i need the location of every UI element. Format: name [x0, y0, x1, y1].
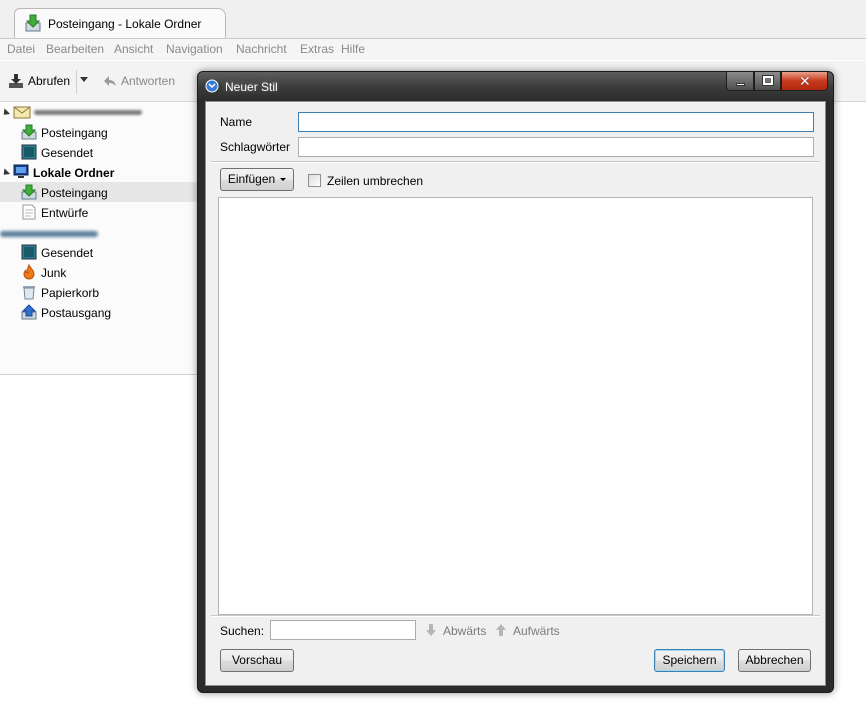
menu-datei[interactable]: Datei [7, 42, 35, 56]
menu-navigation[interactable]: Navigation [166, 42, 223, 56]
tab-posteingang[interactable]: Posteingang - Lokale Ordner [14, 8, 226, 38]
trash-icon [21, 284, 37, 303]
reply-label: Antworten [121, 74, 176, 88]
menu-ansicht[interactable]: Ansicht [114, 42, 153, 56]
folder-label: Posteingang [41, 186, 108, 200]
minimize-button[interactable] [726, 72, 754, 91]
folder-label: Junk [41, 266, 67, 280]
folder-label: Gesendet [41, 146, 94, 160]
app-logo-icon [205, 79, 219, 96]
separator [211, 615, 820, 617]
drafts-icon [21, 204, 37, 223]
sent-icon [21, 144, 37, 163]
folder-label: Entwürfe [41, 206, 89, 220]
menu-nachricht[interactable]: Nachricht [236, 42, 287, 56]
maximize-icon [762, 75, 774, 86]
dropdown-arrow-icon [280, 178, 287, 182]
inbox-icon [21, 124, 37, 143]
save-label: Speichern [662, 653, 717, 667]
dialog-title: Neuer Stil [225, 80, 278, 94]
folder-local-junk[interactable]: Junk [0, 262, 200, 282]
insert-dropdown-button[interactable]: Einfügen [220, 168, 294, 191]
mail-account-icon [13, 104, 31, 123]
folder-local-papierkorb[interactable]: Papierkorb [0, 282, 200, 302]
toolbar-separator [76, 70, 77, 94]
menu-hilfe[interactable]: Hilfe [341, 42, 365, 56]
name-input[interactable] [298, 112, 814, 132]
insert-label: Einfügen [227, 172, 276, 186]
minimize-icon [736, 83, 745, 86]
get-messages-label: Abrufen [28, 74, 71, 88]
folder-label: Gesendet [41, 246, 94, 260]
menu-extras[interactable]: Extras [300, 42, 334, 56]
folder-account[interactable] [0, 102, 200, 122]
junk-flame-icon [21, 263, 37, 283]
folder-account-posteingang[interactable]: Posteingang [0, 122, 200, 142]
search-up-label: Aufwärts [513, 624, 560, 638]
folder-local-gesendet[interactable]: Gesendet [0, 242, 200, 262]
folder-label: Posteingang [41, 126, 108, 140]
local-folders-icon [13, 164, 29, 183]
reply-icon [104, 76, 116, 86]
folder-label: Papierkorb [41, 286, 100, 300]
new-style-dialog: Neuer Stil ✕ Name Schlagwörter Einfügen … [197, 71, 834, 693]
separator [211, 161, 820, 163]
wrap-lines-checkbox[interactable] [308, 174, 321, 187]
close-icon: ✕ [799, 73, 811, 89]
folder-local-postausgang[interactable]: Postausgang [0, 302, 200, 322]
cancel-label: Abbrechen [745, 653, 804, 667]
close-button[interactable]: ✕ [781, 72, 828, 91]
search-input[interactable] [270, 620, 416, 640]
outbox-icon [21, 304, 37, 323]
tab-strip: Posteingang - Lokale Ordner [0, 0, 866, 39]
arrow-up-icon [496, 624, 506, 636]
collapse-icon [0, 108, 11, 118]
inbox-icon [25, 14, 41, 35]
folder-label: Lokale Ordner [33, 166, 115, 180]
keywords-label: Schlagwörter [220, 140, 291, 154]
get-messages-dropdown-icon[interactable] [80, 77, 88, 82]
folder-account-gesendet[interactable]: Gesendet [0, 142, 200, 162]
folder-label: Postausgang [41, 306, 112, 320]
folder-pane: Posteingang Gesendet Lokale Ordner Poste… [0, 102, 200, 375]
redacted-folder-name [0, 231, 98, 237]
maximize-button[interactable] [754, 72, 781, 91]
keywords-input[interactable] [298, 137, 814, 157]
search-label: Suchen: [220, 624, 265, 638]
name-label: Name [220, 115, 253, 129]
arrow-down-icon [426, 624, 436, 636]
wrap-lines-label[interactable]: Zeilen umbrechen [327, 174, 423, 188]
preview-button[interactable]: Vorschau [220, 649, 294, 672]
inbox-icon [21, 184, 37, 203]
sent-icon [21, 244, 37, 263]
menu-bar: Datei Bearbeiten Ansicht Navigation Nach… [0, 39, 866, 60]
download-icon [9, 74, 23, 88]
folder-local-folders[interactable]: Lokale Ordner [0, 162, 200, 182]
dialog-title-bar[interactable]: Neuer Stil ✕ [198, 72, 833, 100]
dialog-body: Name Schlagwörter Einfügen Zeilen umbrec… [205, 101, 826, 686]
style-editor-area[interactable] [218, 197, 813, 615]
redacted-account-name [34, 110, 142, 115]
folder-local-posteingang[interactable]: Posteingang [0, 182, 200, 202]
collapse-icon [0, 168, 11, 178]
preview-label: Vorschau [231, 653, 283, 667]
menu-bearbeiten[interactable]: Bearbeiten [46, 42, 104, 56]
tab-title: Posteingang - Lokale Ordner [48, 17, 202, 31]
cancel-button[interactable]: Abbrechen [738, 649, 811, 672]
save-button[interactable]: Speichern [654, 649, 725, 672]
search-down-label: Abwärts [443, 624, 487, 638]
folder-local-entwuerfe[interactable]: Entwürfe [0, 202, 200, 222]
